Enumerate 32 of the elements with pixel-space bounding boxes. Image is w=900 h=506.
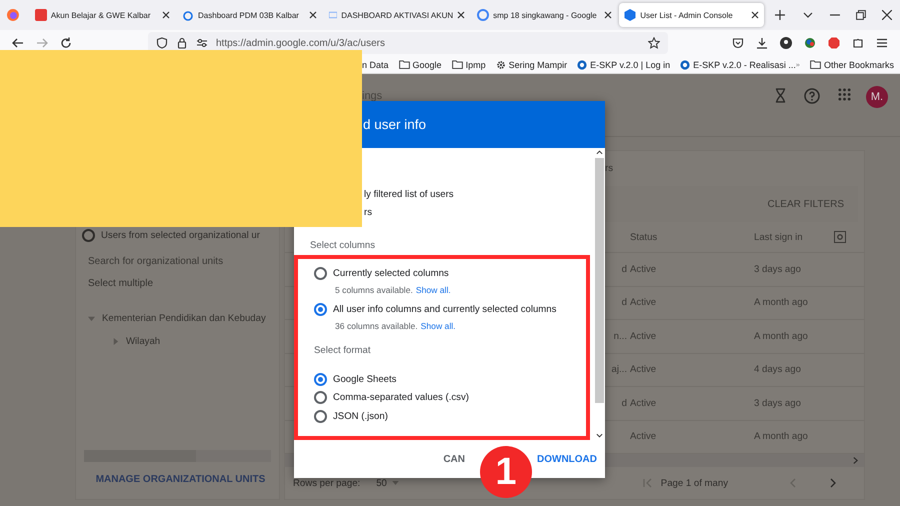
table-cell-text: Active	[630, 364, 658, 376]
section-heading: Select columns	[309, 240, 376, 251]
table-cell-text: A month ago	[754, 431, 809, 442]
radio-label: JSON (.json)	[333, 410, 388, 422]
dialog-title: d user info	[363, 117, 426, 132]
column-count-text: 5 columns available.	[335, 285, 413, 295]
table-cell-text: Active	[630, 431, 658, 442]
table-cell-text: Active	[630, 264, 658, 275]
radio-label: Google Sheets	[333, 374, 396, 385]
pagination-text: Page 1 of many	[660, 478, 728, 488]
column-count-text: 36 columns available.	[335, 321, 418, 331]
radio-label: All user info columns and currently selected columns	[333, 304, 556, 315]
radio-label: Comma-separated values (.csv)	[333, 392, 469, 404]
table-cell: d	[622, 297, 627, 308]
url-text: https://admin.google.com/u/3/ac/users	[216, 38, 385, 48]
table-cell-text: Active	[630, 297, 658, 308]
table-cell-text: Active	[630, 330, 658, 342]
rows-per-page-label: Rows per page:	[293, 478, 360, 488]
radio-label: Users from selected organizational ur	[101, 230, 260, 241]
table-cell-text: 3 days ago	[754, 398, 802, 409]
section-heading: Select format	[314, 345, 372, 356]
table-cell-text: A month ago	[754, 297, 809, 308]
table-cell-text: Active	[630, 398, 658, 409]
filter-text: rs	[605, 163, 613, 174]
radio-label: Currently selected columns	[333, 268, 449, 279]
table-cell-text: 3 days ago	[754, 264, 802, 275]
table-cell: aj...	[612, 364, 627, 376]
table-cell-text: 4 days ago	[754, 364, 802, 376]
table-cell: d	[622, 398, 627, 409]
table-cell: n...	[614, 330, 627, 342]
table-cell-text: A month ago	[754, 330, 809, 342]
table-cell: d	[622, 264, 627, 275]
